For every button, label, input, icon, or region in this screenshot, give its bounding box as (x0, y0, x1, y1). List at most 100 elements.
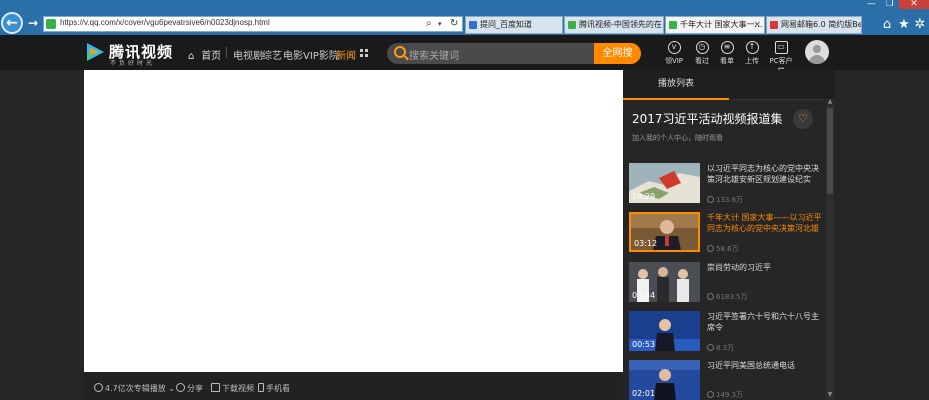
video-thumbnail[interactable]: 18:29 (629, 163, 700, 203)
download-icon (211, 383, 220, 392)
video-title[interactable]: 崇尚劳动的习近平 (707, 262, 825, 273)
play-count-icon (707, 344, 714, 351)
vip-button[interactable]: v 领VIP (659, 41, 689, 66)
nav-home-label: 首页 (201, 51, 222, 62)
video-duration: 00:53 (632, 340, 656, 349)
download-button[interactable]: 下载视频 (211, 383, 254, 394)
video-views: 133.6万 (707, 195, 743, 205)
tool-label: 看过 (695, 57, 709, 65)
netease-favicon-icon (770, 21, 778, 29)
share-icon (176, 383, 185, 392)
vip-icon: v (667, 41, 681, 54)
play-count-icon (94, 383, 103, 392)
tab-baidu-zhidao[interactable]: 提问_百度知道 (465, 16, 563, 34)
album-plays-label: 4.7亿次专辑播放 (105, 384, 166, 393)
avatar[interactable] (805, 40, 829, 64)
video-duration: 03:34 (632, 291, 656, 300)
tab-qq-video-home[interactable]: 腾讯视频-中国领先的在… (564, 16, 664, 34)
play-count-icon (707, 196, 714, 203)
nav-divider (226, 47, 227, 58)
minimize-button[interactable]: — (863, 0, 880, 9)
nav-variety[interactable]: 综艺 (262, 47, 282, 62)
video-thumbnail[interactable]: 02:01 (629, 360, 700, 400)
video-views: 8.3万 (707, 343, 734, 353)
video-thumbnail[interactable]: 00:53 (629, 311, 700, 351)
list-item[interactable]: 00:53 习近平签署六十号和六十八号主席令 8.3万 (623, 311, 835, 359)
address-bar[interactable]: https://v.qq.com/x/cover/vgu6pevatrsive6… (43, 16, 463, 32)
client-icon: ▭ (774, 41, 788, 54)
scroll-down-icon[interactable]: ▼ (826, 391, 834, 398)
video-views: 6183.5万 (707, 292, 748, 302)
scrollbar-thumb[interactable] (827, 108, 833, 194)
play-count-icon (707, 293, 714, 300)
video-views: 149.3万 (707, 390, 743, 400)
home-icon[interactable]: ⌂ (879, 17, 895, 33)
share-button[interactable]: 分享 (176, 383, 203, 394)
video-title[interactable]: 习近平同美国总统通电话 (707, 360, 825, 371)
star-icon[interactable]: ★ (896, 17, 912, 33)
video-views-label: 133.6万 (716, 196, 744, 204)
upload-button[interactable]: ↑ 上传 (737, 41, 767, 66)
page-left-margin (0, 70, 84, 400)
album-plays[interactable]: 4.7亿次专辑播放 ⌄ (94, 383, 175, 394)
tab-playlist[interactable]: 播放列表 (623, 70, 729, 100)
list-item[interactable]: 18:29 以习近平同志为核心的党中央决策河北雄安新区规划建设纪实 133.6万 (623, 163, 835, 211)
tab-label: 网易邮箱6.0 简约版Beta (781, 20, 862, 29)
list-item[interactable]: 02:01 习近平同美国总统通电话 149.3万 (623, 360, 835, 400)
playlist-subtitle: 加入我的个人中心，随时观看 (632, 134, 723, 142)
tab-netease-mail[interactable]: 网易邮箱6.0 简约版Beta (766, 16, 862, 34)
playlist-scrollbar[interactable]: ▲ ▼ (826, 98, 834, 400)
home-icon: ⌂ (188, 51, 195, 62)
video-duration: 18:29 (632, 192, 656, 201)
mobile-watch-button[interactable]: 手机看 (258, 383, 290, 394)
list-item-active[interactable]: 03:12 千年大计 国家大事——以习近平同志为核心的党中央决策河北雄 58.6… (623, 212, 835, 260)
site-favicon-icon (46, 19, 56, 29)
video-title[interactable]: 习近平签署六十号和六十八号主席令 (707, 311, 825, 333)
video-views-label: 58.6万 (716, 245, 739, 253)
nav-movies[interactable]: 电影 (283, 47, 303, 62)
video-views-label: 8.3万 (716, 344, 735, 352)
tab-label: 腾讯视频-中国领先的在… (579, 20, 664, 29)
address-url-text: https://v.qq.com/x/cover/vgu6pevatrsive6… (60, 18, 270, 27)
search-input[interactable]: 搜索关键词 (409, 47, 459, 62)
nav-vip-cinema[interactable]: VIP影院 (303, 47, 339, 62)
scroll-up-icon[interactable]: ▲ (826, 98, 834, 105)
logo-slogan: 不负好时光 (110, 60, 156, 67)
tab-current-video[interactable]: 千年大计 国家大事一… × (665, 16, 765, 34)
nav-news[interactable]: 新闻 (336, 47, 356, 62)
video-views-label: 149.3万 (716, 391, 744, 399)
video-duration: 02:01 (632, 389, 656, 398)
playlist-panel: 播放列表 2017习近平活动视频报道集 加入我的个人中心，随时观看 ♡ 18:2… (623, 70, 835, 400)
more-menu-grid-icon[interactable] (360, 49, 368, 57)
video-player[interactable] (84, 70, 623, 372)
video-title[interactable]: 千年大计 国家大事——以习近平同志为核心的党中央决策河北雄 (707, 212, 825, 234)
search-icon[interactable]: ⌕ (426, 18, 432, 29)
nav-home[interactable]: ⌂ 首页 (188, 47, 221, 62)
video-duration: 03:12 (634, 239, 658, 248)
tab-label: 提问_百度知道 (480, 20, 532, 29)
nav-tv-series[interactable]: 电视剧 (233, 47, 263, 62)
browser-toolbar: — ❐ ✕ ← → https://v.qq.com/x/cover/vgu6p… (0, 0, 929, 35)
tool-label: 上传 (745, 57, 759, 65)
video-title[interactable]: 以习近平同志为核心的党中央决策河北雄安新区规划建设纪实 (707, 163, 825, 185)
list-item[interactable]: 03:34 崇尚劳动的习近平 6183.5万 (623, 262, 835, 310)
refresh-icon[interactable]: ↻ (450, 18, 458, 29)
video-thumbnail[interactable]: 03:12 (629, 212, 700, 252)
close-tab-icon[interactable]: × (753, 17, 761, 33)
add-favorite-button[interactable]: ♡ (793, 109, 813, 129)
close-window-button[interactable]: ✕ (899, 0, 929, 9)
back-button[interactable]: ← (1, 12, 23, 34)
tencent-video-logo-icon[interactable] (84, 41, 106, 63)
gear-icon[interactable]: ✲ (912, 17, 928, 33)
search-all-button[interactable]: 全网搜 (594, 43, 641, 64)
video-thumbnail[interactable]: 03:34 (629, 262, 700, 302)
mobile-watch-label: 手机看 (266, 384, 290, 393)
download-label: 下载视频 (222, 384, 254, 393)
maximize-button[interactable]: ❐ (881, 0, 898, 9)
baidu-favicon-icon (469, 21, 477, 29)
playlist-tabbar: 播放列表 (623, 70, 835, 100)
video-views-label: 6183.5万 (716, 293, 748, 301)
player-action-bar: 4.7亿次专辑播放 ⌄ 分享 下载视频 手机看 (84, 372, 623, 400)
forward-button[interactable]: → (24, 14, 42, 32)
dropdown-icon[interactable]: ▾ (438, 20, 442, 28)
